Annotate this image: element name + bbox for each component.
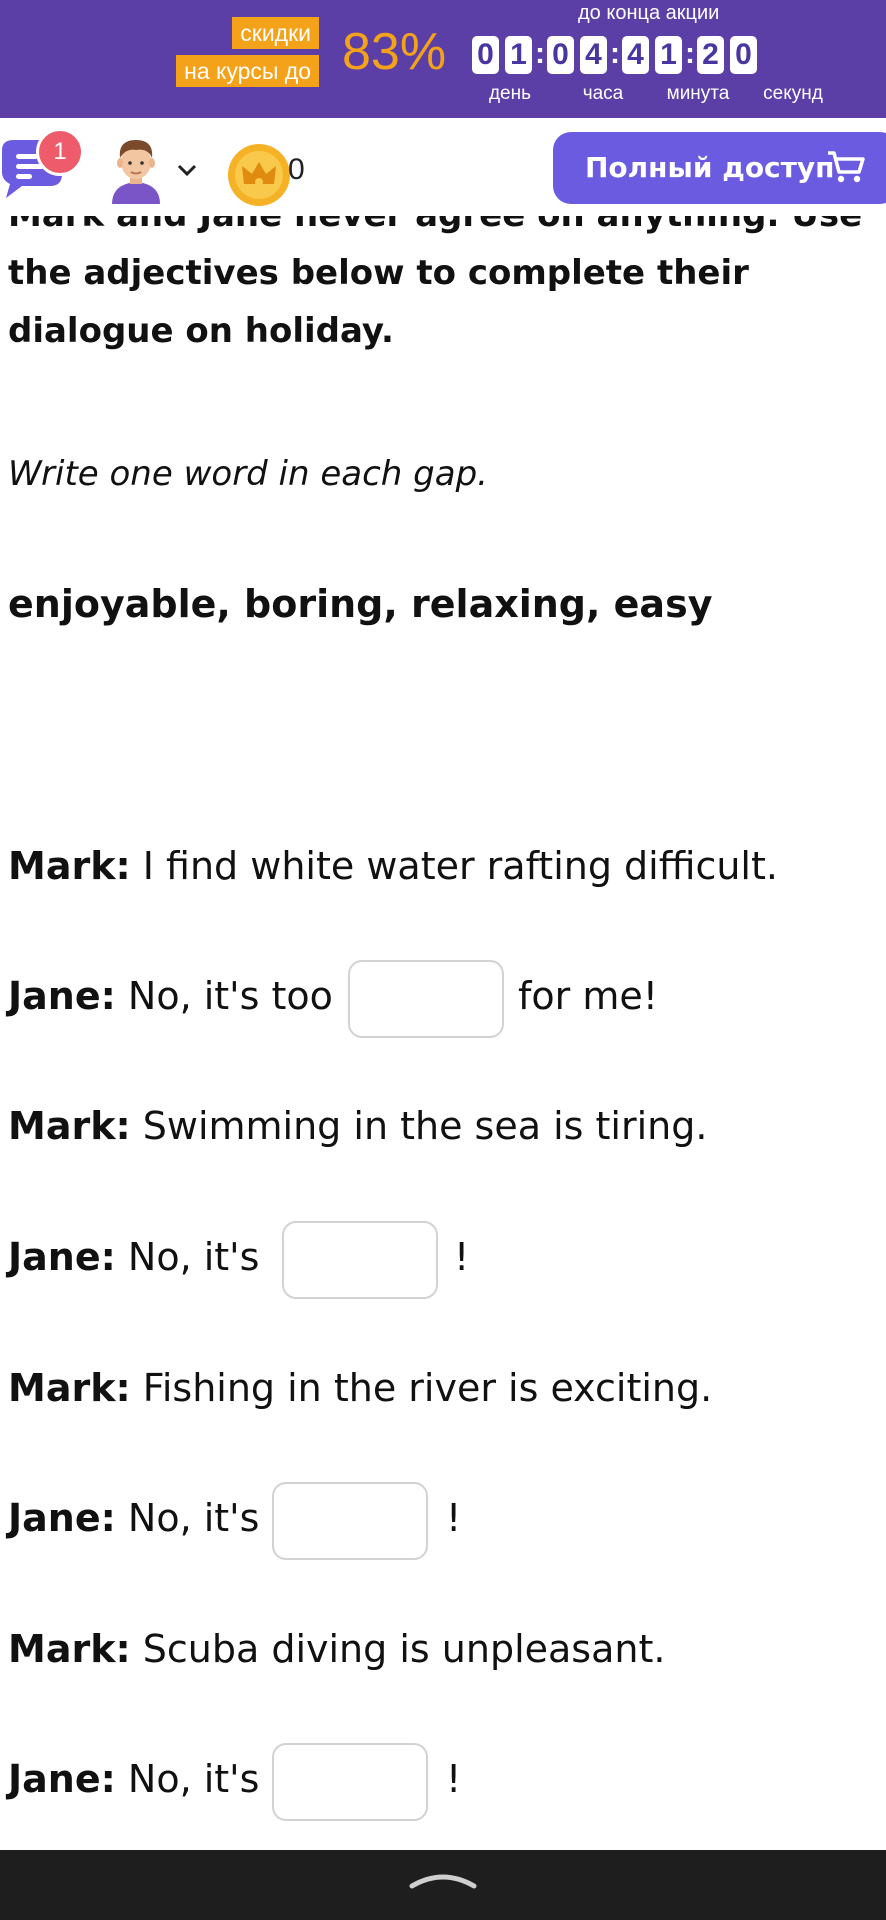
countdown-digit: 0 (472, 36, 499, 74)
dialogue-line: Mark: Scuba diving is unpleasant. (8, 1625, 665, 1673)
countdown-separator: : (535, 37, 545, 70)
speaker-name: Mark: (8, 1366, 131, 1410)
dialogue-text: No, it's (115, 1235, 260, 1279)
chevron-down-icon[interactable] (176, 162, 198, 178)
countdown-unit-seconds: секунд (763, 83, 823, 104)
countdown-digit: 0 (730, 36, 757, 74)
countdown-digit: 1 (655, 36, 682, 74)
dialogue-text-after: for me! (518, 974, 658, 1018)
dialogue-line: Mark: Swimming in the sea is tiring. (8, 1102, 707, 1150)
dialogue-text: No, it's (115, 1757, 260, 1801)
answer-gap-4[interactable] (272, 1743, 428, 1821)
coins-count: 0 (288, 153, 305, 186)
speaker-name: Jane: (8, 1496, 116, 1540)
promo-courses-label: на курсы до (176, 55, 319, 87)
promo-discount-label: скидки (232, 17, 319, 49)
dialogue-text: Fishing in the river is exciting. (130, 1366, 713, 1410)
countdown-digit: 0 (547, 36, 574, 74)
full-access-button[interactable]: Полный доступ (553, 132, 886, 204)
word-bank: enjoyable, boring, relaxing, easy (8, 582, 713, 626)
countdown-unit-hours: часа (582, 83, 624, 104)
dialogue-line: Jane: No, it's (8, 1233, 259, 1281)
dialogue-text: Scuba diving is unpleasant. (130, 1627, 666, 1671)
answer-gap-2[interactable] (282, 1221, 438, 1299)
dialogue-text: I find white water rafting difficult. (130, 844, 778, 888)
speaker-name: Mark: (8, 1627, 131, 1671)
crown-coin-icon[interactable] (226, 142, 292, 208)
speaker-name: Mark: (8, 1104, 131, 1148)
countdown-unit-days: день (488, 83, 532, 104)
dialogue-line: Jane: No, it's (8, 1494, 259, 1542)
cart-icon (827, 150, 865, 184)
countdown-digit: 2 (697, 36, 724, 74)
dialogue-line: Jane: No, it's (8, 1755, 259, 1803)
dialogue-line: Jane: No, it's too (8, 972, 333, 1020)
countdown-digit: 1 (505, 36, 532, 74)
dialogue-text-after: ! (454, 1235, 470, 1279)
swipe-up-icon[interactable] (408, 1868, 478, 1892)
speaker-name: Mark: (8, 844, 131, 888)
dialogue-text-after: ! (446, 1496, 462, 1540)
speaker-name: Jane: (8, 974, 116, 1018)
answer-gap-3[interactable] (272, 1482, 428, 1560)
dialogue-text: No, it's too (115, 974, 333, 1018)
promo-banner[interactable]: скидки на курсы до 83% до конца акции 0 … (0, 0, 886, 118)
system-nav-bar (0, 1850, 886, 1920)
exercise-instruction: Mark and Jane never agree on anything. U… (8, 216, 862, 351)
avatar[interactable] (108, 134, 164, 204)
dialogue-line: Mark: I find white water rafting difficu… (8, 842, 778, 890)
promo-percent: 83% (342, 23, 447, 81)
speaker-name: Jane: (8, 1757, 116, 1801)
promo-until-end: до конца акции (578, 2, 720, 24)
countdown-separator: : (610, 37, 620, 70)
exercise-hint: Write one word in each gap. (8, 454, 488, 494)
top-header: 1 0 Полный доступ (0, 118, 886, 216)
notification-badge[interactable]: 1 (36, 128, 84, 176)
exercise-content: Mark and Jane never agree on anything. U… (0, 216, 886, 1850)
dialogue-text: No, it's (115, 1496, 260, 1540)
dialogue-text-after: ! (446, 1757, 462, 1801)
countdown-separator: : (685, 37, 695, 70)
dialogue-text: Swimming in the sea is tiring. (130, 1104, 708, 1148)
countdown-unit-minutes: минута (666, 83, 730, 104)
countdown-digit: 4 (580, 36, 607, 74)
full-access-label: Полный доступ (585, 151, 835, 184)
countdown-digit: 4 (622, 36, 649, 74)
answer-gap-1[interactable] (348, 960, 504, 1038)
dialogue-line: Mark: Fishing in the river is exciting. (8, 1364, 712, 1412)
speaker-name: Jane: (8, 1235, 116, 1279)
